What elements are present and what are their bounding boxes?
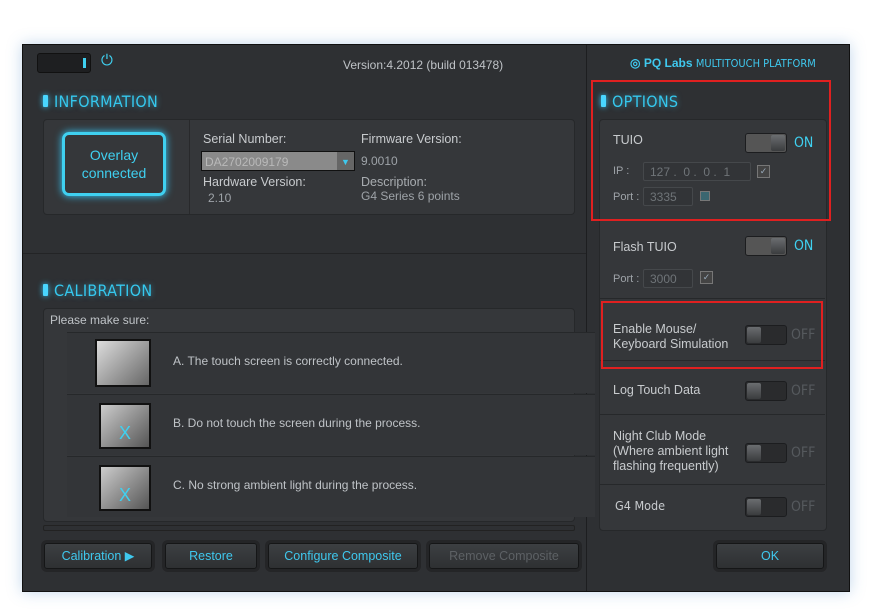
log-touch-toggle[interactable] <box>745 381 787 401</box>
firmware-label: Firmware Version: <box>361 132 462 146</box>
g4-mode-label: G4 Mode <box>615 498 666 513</box>
firmware-value: 9.0010 <box>361 154 398 168</box>
overlay-status: Overlay connected <box>62 132 166 196</box>
calibration-intro: Please make sure: <box>50 313 150 327</box>
flash-tuio-toggle[interactable] <box>745 236 787 256</box>
brand-logo: ◎ PQ Labs MULTITOUCH PLATFORM <box>630 56 816 70</box>
flash-port-checkbox[interactable]: ✓ <box>700 271 713 284</box>
flash-tuio-state: ON <box>794 238 814 254</box>
log-touch-label: Log Touch Data <box>613 383 701 397</box>
progress-bar <box>43 525 575 531</box>
calibration-item-text: C. No strong ambient light during the pr… <box>173 478 418 492</box>
night-club-state: OFF <box>791 445 816 461</box>
flash-port-input[interactable]: 3000 <box>643 269 693 288</box>
serial-dropdown[interactable]: DA2702009179 ▼ <box>201 151 355 171</box>
version-text: Version:4.2012 (build 013478) <box>343 58 504 72</box>
list-item: A. The touch screen is correctly connect… <box>67 332 595 393</box>
g4-mode-state: OFF <box>791 499 816 515</box>
information-heading: INFORMATION <box>43 92 158 111</box>
night-club-toggle[interactable] <box>745 443 787 463</box>
calibration-button[interactable]: Calibration ▶ <box>44 543 152 569</box>
ok-button[interactable]: OK <box>716 543 824 569</box>
flash-tuio-label: Flash TUIO <box>613 240 677 254</box>
restore-button[interactable]: Restore <box>165 543 257 569</box>
power-switch[interactable] <box>37 53 91 73</box>
hardware-label: Hardware Version: <box>203 175 306 189</box>
list-item: X B. Do not touch the screen during the p… <box>67 394 595 455</box>
description-label: Description: <box>361 175 427 189</box>
list-item: X C. No strong ambient light during the p… <box>67 456 595 517</box>
power-icon[interactable]: ⏻ <box>101 52 113 69</box>
monitor-icon <box>95 339 151 387</box>
calibration-item-text: A. The touch screen is correctly connect… <box>173 354 403 368</box>
highlight-tuio <box>591 80 831 221</box>
calibration-item-text: B. Do not touch the screen during the pr… <box>173 416 421 430</box>
configure-composite-button[interactable]: Configure Composite <box>268 543 418 569</box>
g4-mode-toggle[interactable] <box>745 497 787 517</box>
remove-composite-button[interactable]: Remove Composite <box>429 543 579 569</box>
information-panel: Overlay connected Serial Number: DA27020… <box>43 119 575 215</box>
light-icon: X <box>99 465 151 511</box>
no-touch-icon: X <box>99 403 151 449</box>
hardware-value: 2.10 <box>208 191 232 205</box>
flash-port-label: Port : <box>613 273 640 285</box>
highlight-mouse-simulation <box>601 301 823 369</box>
chevron-down-icon[interactable]: ▼ <box>337 152 354 170</box>
serial-label: Serial Number: <box>203 132 287 146</box>
night-club-label: Night Club Mode (Where ambient light fla… <box>613 429 729 473</box>
log-touch-state: OFF <box>791 383 816 399</box>
calibration-heading: CALIBRATION <box>43 281 152 300</box>
description-value: G4 Series 6 points <box>361 189 460 203</box>
